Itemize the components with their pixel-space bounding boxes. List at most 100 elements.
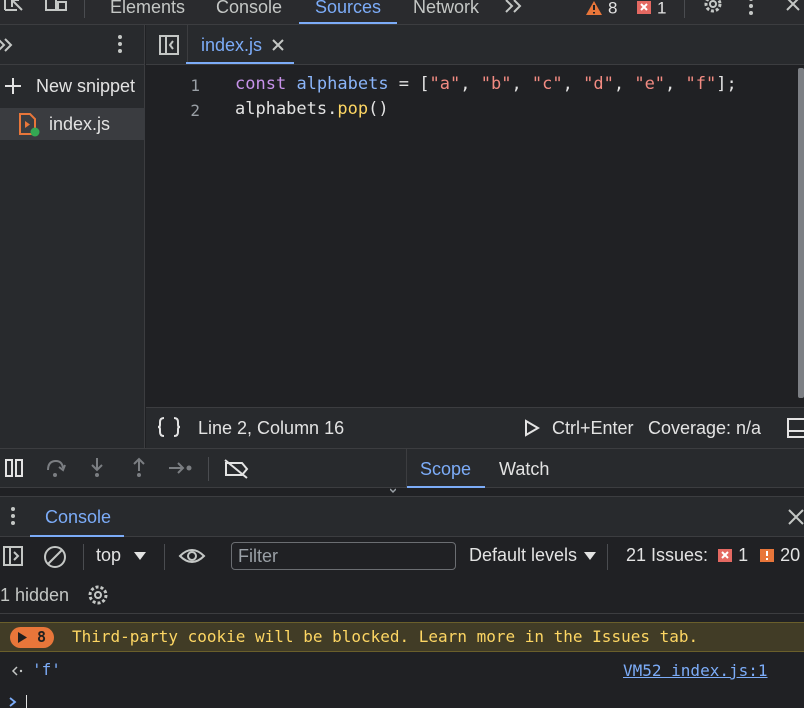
code-string: "c"	[531, 74, 563, 94]
code-punctuation: ,	[562, 74, 584, 94]
console-sidebar-icon[interactable]	[2, 545, 24, 567]
tab-console[interactable]: Console	[216, 0, 282, 23]
coverage-status: Coverage: n/a	[648, 418, 762, 438]
editor-scrollbar[interactable]	[798, 68, 804, 398]
prompt-caret	[26, 695, 27, 708]
code-punctuation: ,	[511, 74, 532, 94]
dropdown-arrow-icon	[584, 552, 597, 561]
navigator-header	[0, 25, 145, 65]
code-punctuation: ,	[613, 74, 635, 94]
inspect-element-icon[interactable]	[2, 0, 26, 16]
resize-handle-icon	[390, 488, 396, 494]
pause-icon[interactable]	[4, 458, 24, 478]
close-tab-icon[interactable]	[271, 38, 285, 52]
navigator-menu-icon[interactable]	[117, 35, 123, 55]
error-count-badge[interactable]: 1	[636, 0, 666, 19]
dropdown-arrow-icon	[134, 552, 147, 561]
tab-sources[interactable]: Sources	[315, 0, 381, 23]
scope-watch-tabs: Scope Watch	[406, 449, 804, 489]
device-toolbar-icon[interactable]	[44, 0, 70, 16]
tab-scope[interactable]: Scope	[420, 459, 471, 480]
close-devtools-icon[interactable]	[784, 0, 802, 13]
plus-icon	[4, 77, 22, 95]
editor-tab-strip: index.js	[146, 25, 804, 65]
code-punctuation: ,	[665, 74, 686, 94]
code-string: "d"	[583, 74, 614, 94]
code-method: pop	[337, 99, 369, 119]
code-string: "f"	[685, 74, 717, 94]
context-value: top	[96, 545, 122, 565]
drawer-header: Console	[0, 496, 804, 537]
editor-status-bar: Line 2, Column 16 Ctrl+Enter Coverage: n…	[146, 407, 804, 448]
more-options-icon[interactable]	[748, 0, 754, 17]
code-punctuation: ,	[460, 74, 481, 94]
editor-tab-index-js[interactable]: index.js	[188, 25, 294, 65]
console-toolbar-divider	[83, 544, 84, 570]
active-tab-indicator	[299, 22, 397, 24]
step-out-icon[interactable]	[129, 457, 149, 479]
tab-watch[interactable]: Watch	[499, 459, 549, 480]
run-snippet-icon[interactable]	[524, 419, 540, 437]
issues-counter[interactable]: 21 Issues: 1 20	[626, 545, 800, 566]
step-icon[interactable]	[167, 459, 195, 477]
code-variable: alphabets	[296, 74, 389, 94]
new-snippet-label: New snippet	[36, 76, 136, 96]
debugger-divider	[208, 457, 209, 481]
snippet-file-icon	[18, 113, 40, 137]
settings-gear-icon[interactable]	[701, 0, 725, 17]
code-line-2[interactable]: alphabets.pop()	[235, 99, 389, 119]
code-line-1[interactable]: const alphabets = ["a", "b", "c", "d", "…	[235, 74, 737, 94]
code-punctuation: = [	[388, 74, 430, 94]
code-punctuation: .	[327, 99, 338, 119]
more-tabs-icon[interactable]	[503, 0, 525, 15]
context-selector[interactable]: top	[96, 545, 147, 569]
snippet-item-index-js[interactable]: index.js	[0, 108, 145, 140]
expand-triangle-icon	[18, 632, 27, 643]
result-arrow-icon	[10, 664, 24, 678]
console-toolbar: top Default levels 21 Issues: 1 20	[0, 537, 804, 576]
more-navigator-tabs-icon[interactable]	[0, 37, 14, 53]
hidden-messages-count: 1 hidden	[0, 585, 70, 605]
cursor-position: Line 2, Column 16	[198, 418, 345, 438]
issues-label: 21 Issues:	[626, 545, 709, 565]
tab-elements[interactable]: Elements	[110, 0, 185, 23]
drawer-resizer[interactable]	[0, 488, 804, 496]
panel-toggle-icon[interactable]	[786, 417, 804, 439]
devtools-tab-bar: Elements Console Sources Network 8 1	[0, 0, 804, 25]
step-over-icon[interactable]	[44, 458, 66, 478]
result-value: 'f'	[32, 660, 61, 679]
error-count: 1	[657, 0, 667, 18]
drawer-tab-console[interactable]: Console	[45, 507, 111, 528]
pretty-print-icon[interactable]	[156, 416, 182, 438]
new-snippet-button[interactable]: New snippet	[0, 70, 145, 104]
console-settings-gear-icon[interactable]	[86, 584, 110, 606]
console-filter-input[interactable]	[231, 542, 456, 570]
snippet-label: index.js	[49, 114, 111, 134]
console-result-message: 'f' VM52 index.js:1	[0, 653, 804, 687]
warning-count-badge[interactable]: 8	[585, 0, 617, 19]
console-prompt[interactable]	[0, 688, 804, 708]
issue-warning-icon	[759, 548, 775, 564]
drawer-menu-icon[interactable]	[10, 507, 16, 527]
tab-network[interactable]: Network	[413, 0, 479, 23]
close-drawer-icon[interactable]	[787, 508, 804, 526]
toolbar-divider	[684, 0, 685, 18]
toolbar-divider	[84, 0, 85, 18]
debugger-toolbar: Scope Watch	[0, 448, 804, 489]
code-editor[interactable]: 1 2 const alphabets = ["a", "b", "c", "d…	[146, 65, 804, 407]
deactivate-breakpoints-icon[interactable]	[223, 458, 251, 480]
console-warning-message[interactable]: 8 Third-party cookie will be blocked. Le…	[0, 622, 804, 652]
clear-console-icon[interactable]	[43, 545, 67, 569]
result-source-link[interactable]: VM52 index.js:1	[623, 661, 768, 680]
toggle-navigator-icon[interactable]	[159, 35, 179, 55]
warning-count: 8	[608, 0, 618, 18]
step-into-icon[interactable]	[87, 457, 107, 479]
line-number: 2	[190, 101, 200, 120]
warning-repeat-count: 8	[37, 628, 47, 646]
code-punctuation: ()	[368, 99, 389, 119]
editor-active-tab-indicator	[186, 62, 294, 64]
live-expression-eye-icon[interactable]	[178, 546, 206, 566]
run-shortcut[interactable]: Ctrl+Enter	[552, 418, 634, 439]
warning-repeat-badge[interactable]: 8	[10, 627, 54, 648]
log-levels-dropdown[interactable]: Default levels	[469, 545, 597, 566]
